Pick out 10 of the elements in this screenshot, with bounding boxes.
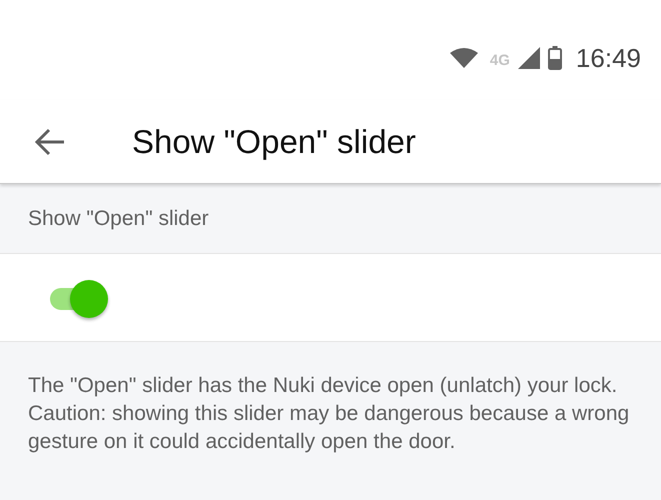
- wifi-icon: [450, 48, 478, 68]
- clock-time: 16:49: [576, 42, 641, 74]
- description-text: The "Open" slider has the Nuki device open (unlatch) your lock. Caution: showing this slider may be dangerous because a wrong gesture on it could accidentally open the door.: [28, 373, 630, 455]
- battery-icon: [548, 46, 562, 70]
- network-type: 4G: [490, 52, 510, 69]
- back-arrow-icon[interactable]: [34, 128, 66, 156]
- signal-icon: [518, 47, 540, 69]
- section-header: Show "Open" slider: [28, 206, 209, 230]
- screen-title: Show "Open" slider: [132, 122, 416, 160]
- toggle-switch[interactable]: [48, 278, 110, 318]
